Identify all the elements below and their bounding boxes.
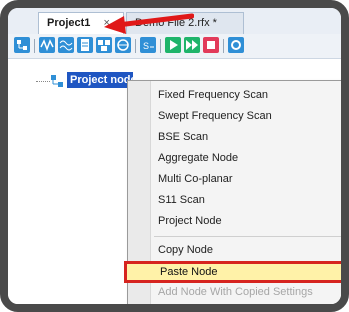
menu-item-s11-scan[interactable]: S11 Scan (158, 191, 205, 209)
toolbar-separator (160, 39, 161, 53)
tree-root-project-node[interactable]: Project node (67, 72, 133, 88)
toolbar: S (8, 34, 341, 59)
menu-item-paste-node[interactable]: Paste Node (160, 264, 217, 280)
tab-project1[interactable]: Project1 × (38, 12, 124, 34)
document-icon[interactable] (77, 37, 93, 53)
menu-separator (154, 236, 341, 237)
play-icon[interactable] (165, 37, 181, 53)
tree-icon[interactable] (14, 37, 30, 53)
sine-wave-icon[interactable] (39, 37, 55, 53)
menu-item-fixed-frequency-scan[interactable]: Fixed Frequency Scan (158, 86, 268, 104)
toolbar-separator (34, 39, 35, 53)
stop-icon[interactable] (203, 37, 219, 53)
svg-text:S: S (143, 41, 149, 51)
window-frame: Project1 × Demo File 2.rfx * S Project n… (0, 0, 349, 312)
toolbar-separator (135, 39, 136, 53)
menu-item-aggregate-node[interactable]: Aggregate Node (158, 149, 238, 167)
menu-item-swept-frequency-scan[interactable]: Swept Frequency Scan (158, 107, 272, 125)
menu-item-multi-co-planar[interactable]: Multi Co-planar (158, 170, 233, 188)
close-icon[interactable]: × (103, 17, 109, 29)
swept-wave-icon[interactable] (58, 37, 74, 53)
settings-icon[interactable] (228, 37, 244, 53)
tab-demo-file-label: Demo File 2.rfx * (135, 17, 217, 29)
menu-item-copy-node[interactable]: Copy Node (158, 241, 213, 259)
tree-connector (36, 81, 50, 83)
fast-forward-icon[interactable] (184, 37, 200, 53)
toolbar-separator (223, 39, 224, 53)
menu-item-add-node-with-copied-settings: Add Node With Copied Settings (158, 286, 313, 298)
s11-icon[interactable]: S (140, 37, 156, 53)
menu-item-bse-scan[interactable]: BSE Scan (158, 128, 208, 146)
network-icon[interactable] (115, 37, 131, 53)
menu-item-project-node[interactable]: Project Node (158, 212, 222, 230)
tab-demo-file[interactable]: Demo File 2.rfx * (126, 12, 244, 34)
aggregate-icon[interactable] (96, 37, 112, 53)
tab-project1-label: Project1 (47, 17, 91, 29)
paste-node-highlight[interactable]: Paste Node (124, 261, 341, 283)
project-node-icon (50, 74, 64, 88)
tab-bar: Project1 × Demo File 2.rfx * (8, 8, 341, 35)
